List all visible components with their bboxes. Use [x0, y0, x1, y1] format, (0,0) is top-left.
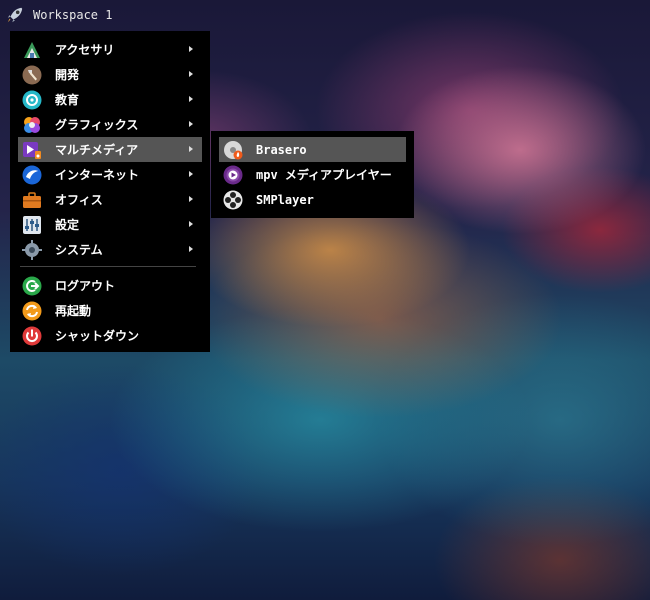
smplayer-icon [223, 190, 243, 210]
submenu-arrow-icon [189, 246, 193, 252]
multimedia-submenu: Brasero mpv メディアプレイヤー SMPlayer [211, 131, 414, 218]
settings-icon [22, 215, 42, 235]
menu-item-logout[interactable]: ログアウト [18, 273, 202, 298]
submenu-item-smplayer[interactable]: SMPlayer [219, 187, 406, 212]
education-icon [22, 90, 42, 110]
menu-item-label: 教育 [55, 93, 80, 107]
menu-item-multimedia[interactable]: マルチメディア [18, 137, 202, 162]
submenu-arrow-icon [189, 71, 193, 77]
menu-item-shutdown[interactable]: シャットダウン [18, 323, 202, 348]
menu-item-label: 設定 [55, 218, 80, 232]
accessories-icon [22, 40, 42, 60]
workspace-label[interactable]: Workspace 1 [33, 8, 112, 22]
menu-item-label: オフィス [55, 193, 103, 207]
menu-item-label: マルチメディア [55, 143, 139, 157]
menu-item-reboot[interactable]: 再起動 [18, 298, 202, 323]
top-panel: Workspace 1 [0, 0, 650, 30]
application-menu: アクセサリ 開発 教育 グラフィックス マルチメディア インターネット オフィス… [10, 31, 210, 352]
menu-item-label: グラフィックス [55, 118, 139, 132]
submenu-arrow-icon [189, 196, 193, 202]
menu-item-education[interactable]: 教育 [18, 87, 202, 112]
submenu-arrow-icon [189, 46, 193, 52]
menu-item-label: Brasero [256, 142, 307, 157]
submenu-arrow-icon [189, 121, 193, 127]
system-icon [22, 239, 42, 260]
multimedia-icon [22, 140, 42, 160]
menu-item-label: mpv メディアプレイヤー [256, 168, 392, 182]
brasero-icon [223, 140, 243, 160]
submenu-arrow-icon [189, 146, 193, 152]
menu-item-graphics[interactable]: グラフィックス [18, 112, 202, 137]
menu-item-label: シャットダウン [55, 329, 140, 343]
menu-separator [20, 266, 196, 267]
graphics-icon [22, 115, 42, 135]
menu-item-office[interactable]: オフィス [18, 187, 202, 212]
menu-item-label: 開発 [55, 68, 80, 82]
menu-item-label: インターネット [55, 168, 140, 182]
office-icon [22, 190, 42, 210]
menu-item-label: 再起動 [55, 304, 92, 318]
menu-item-system[interactable]: システム [18, 237, 202, 262]
submenu-arrow-icon [189, 221, 193, 227]
submenu-arrow-icon [189, 96, 193, 102]
menu-item-development[interactable]: 開発 [18, 62, 202, 87]
menu-item-label: アクセサリ [55, 43, 115, 57]
shutdown-icon [22, 326, 42, 346]
submenu-item-brasero[interactable]: Brasero [219, 137, 406, 162]
reboot-icon [22, 301, 42, 321]
internet-icon [22, 165, 42, 185]
logout-icon [22, 276, 42, 296]
menu-item-settings[interactable]: 設定 [18, 212, 202, 237]
hammer-icon [22, 65, 42, 85]
submenu-arrow-icon [189, 171, 193, 177]
menu-item-internet[interactable]: インターネット [18, 162, 202, 187]
menu-item-label: ログアウト [55, 279, 116, 293]
rocket-icon[interactable] [6, 6, 24, 24]
menu-item-label: システム [55, 243, 103, 257]
mpv-icon [223, 165, 243, 185]
submenu-item-mpv[interactable]: mpv メディアプレイヤー [219, 162, 406, 187]
menu-item-label: SMPlayer [256, 192, 314, 207]
menu-item-accessories[interactable]: アクセサリ [18, 37, 202, 62]
